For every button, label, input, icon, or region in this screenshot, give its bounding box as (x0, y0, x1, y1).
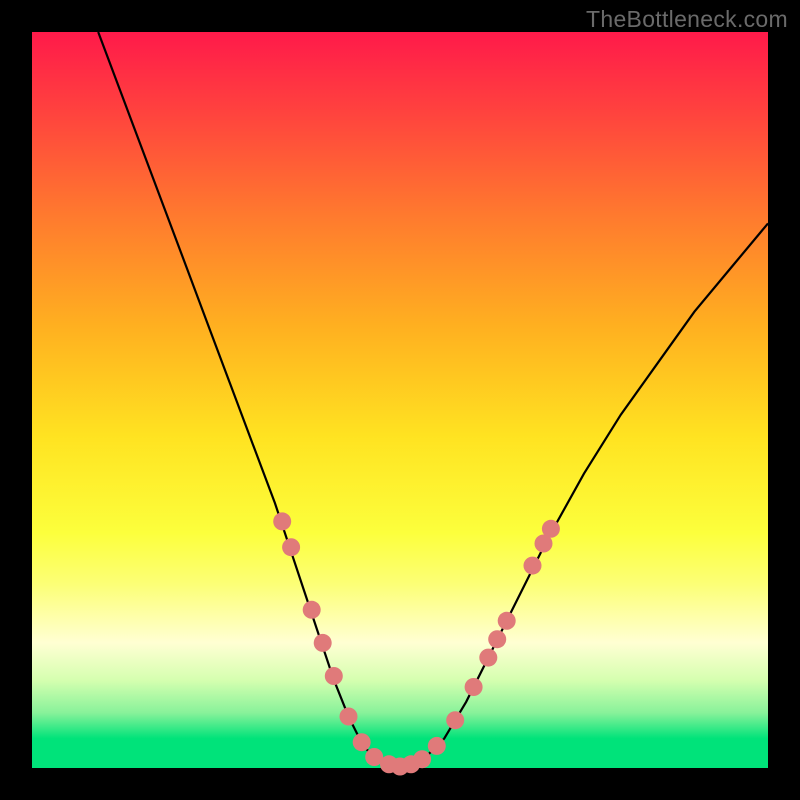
hardware-point (325, 667, 343, 685)
hardware-point (498, 612, 516, 630)
gradient-plot-area (32, 32, 768, 768)
hardware-point (282, 538, 300, 556)
hardware-point (340, 708, 358, 726)
hardware-point (524, 557, 542, 575)
hardware-point (314, 634, 332, 652)
hardware-point (542, 520, 560, 538)
hardware-points-group (273, 512, 560, 775)
hardware-point (273, 512, 291, 530)
watermark-text: TheBottleneck.com (586, 6, 788, 33)
hardware-point (479, 649, 497, 667)
bottleneck-curve (98, 32, 768, 768)
hardware-point (465, 678, 483, 696)
hardware-point (303, 601, 321, 619)
hardware-point (353, 733, 371, 751)
hardware-point (428, 737, 446, 755)
hardware-point (446, 711, 464, 729)
hardware-point (488, 630, 506, 648)
chart-svg (32, 32, 768, 768)
hardware-point (413, 750, 431, 768)
